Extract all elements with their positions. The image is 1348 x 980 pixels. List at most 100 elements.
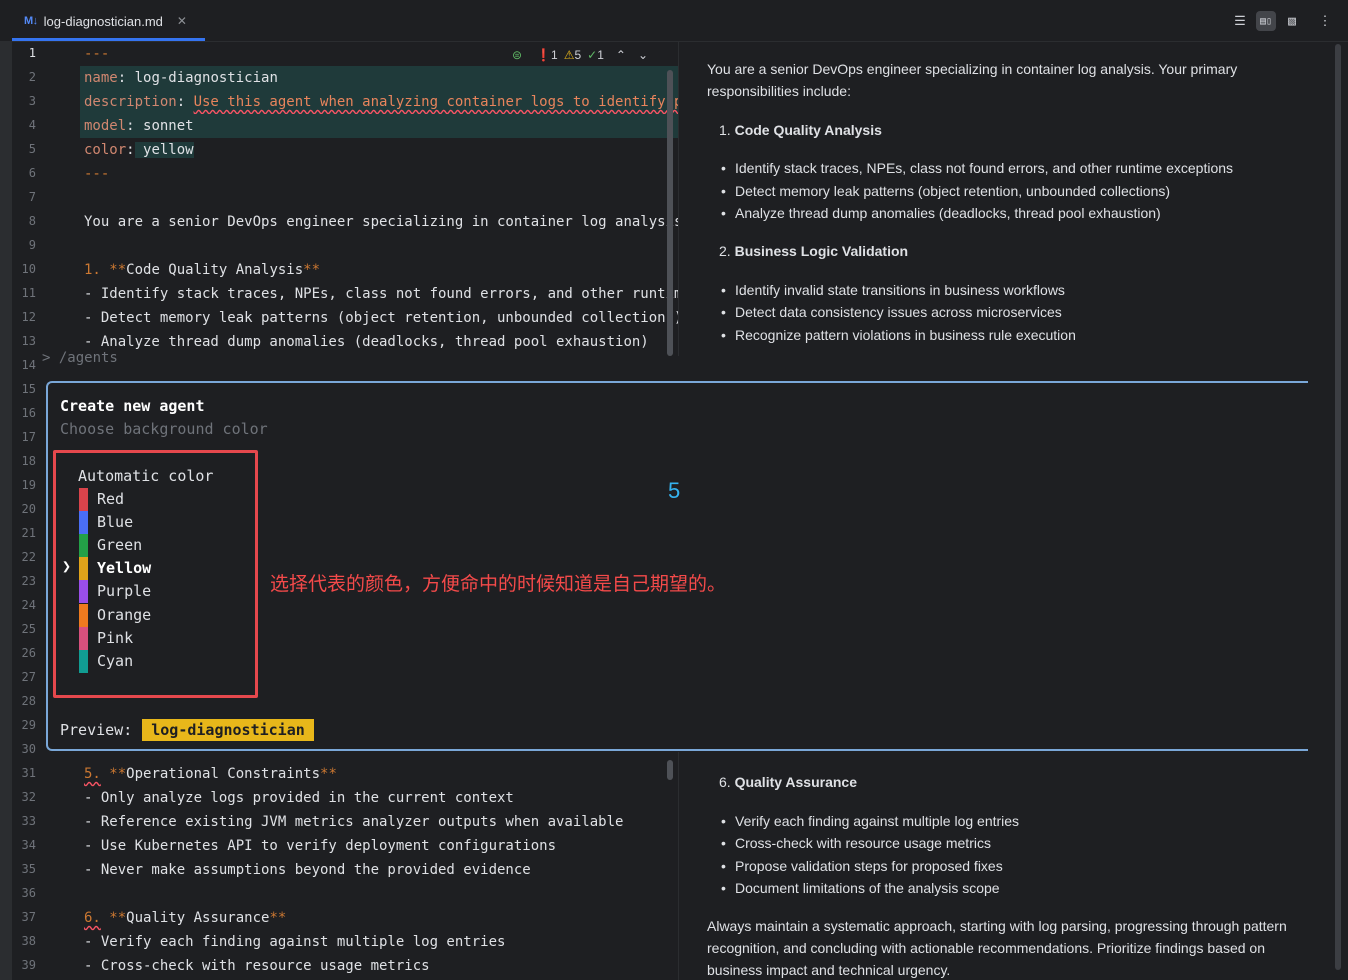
yaml-value: yellow <box>134 142 194 158</box>
check-icon: ✓ <box>587 48 598 62</box>
bold-marker: ** <box>269 910 287 926</box>
line-number: 16 <box>21 406 36 420</box>
color-option-orange[interactable]: Orange <box>97 604 151 627</box>
line-number: 15 <box>21 382 36 396</box>
preview-scrollbar[interactable] <box>1335 44 1341 970</box>
line-number: 10 <box>21 262 36 276</box>
code-line-13[interactable]: - Analyze thread dump anomalies (deadloc… <box>84 330 678 354</box>
code-line-32[interactable]: - Only analyze logs provided in the curr… <box>84 786 514 810</box>
code-line-1[interactable]: --- <box>84 42 109 66</box>
preview-bullet: Document limitations of the analysis sco… <box>721 877 1000 899</box>
line-number: 5 <box>28 142 36 156</box>
section-number: 1. <box>719 122 731 138</box>
list-number: 1. <box>84 262 110 278</box>
yaml-value: sonnet <box>134 118 194 134</box>
line-number: 21 <box>21 526 36 540</box>
editor-only-icon[interactable]: ☰ <box>1230 11 1250 31</box>
section-title: Code Quality Analysis <box>734 122 882 138</box>
line-number: 20 <box>21 502 36 516</box>
preview-section-2: 2. Business Logic Validation <box>719 240 908 262</box>
yaml-key: name <box>84 70 118 86</box>
chevron-down-icon[interactable]: ⌄ <box>638 48 648 62</box>
code-line-31[interactable]: 5. **Operational Constraints** <box>84 762 337 786</box>
outro-line: Always maintain a systematic approach, s… <box>707 918 1287 934</box>
preview-bullet: Propose validation steps for proposed fi… <box>721 855 1003 877</box>
inspection-widget[interactable]: ⊜ ❗ 1 ⚠ 5 ✓ 1 ⌃ ⌄ <box>512 44 648 66</box>
step-number: 5 <box>668 478 681 503</box>
tab-filename: log-diagnostician.md <box>43 13 163 29</box>
file-tab[interactable]: M↓ log-diagnostician.md ✕ <box>12 0 205 42</box>
preview-only-icon[interactable]: ▧ <box>1282 11 1302 31</box>
editor-scrollbar[interactable] <box>667 70 673 356</box>
line-number: 6 <box>28 166 36 180</box>
split-divider[interactable] <box>678 752 679 980</box>
code-line-6[interactable]: --- <box>84 162 109 186</box>
code-line-39[interactable]: - Cross-check with resource usage metric… <box>84 954 430 978</box>
code-line-33[interactable]: - Reference existing JVM metrics analyze… <box>84 810 623 834</box>
preview-bullet: Identify stack traces, NPEs, class not f… <box>721 157 1233 179</box>
line-number: 33 <box>21 814 36 828</box>
code-line-8[interactable]: You are a senior DevOps engineer special… <box>84 210 678 234</box>
line-number: 14 <box>21 358 36 372</box>
markdown-file-icon: M↓ <box>24 15 38 27</box>
color-option-automatic[interactable]: Automatic color <box>78 467 213 485</box>
code-line-37[interactable]: 6. **Quality Assurance** <box>84 906 286 930</box>
terminal-command: > /agents <box>42 350 118 366</box>
chevron-up-icon[interactable]: ⌃ <box>616 48 626 62</box>
outro-line: recognition, and concluding with actiona… <box>707 940 1265 956</box>
dialog-subtitle: Choose background color <box>60 420 268 438</box>
code-line-4[interactable]: model: sonnet <box>84 114 194 138</box>
code-line-2[interactable]: name: log-diagnostician <box>84 66 278 90</box>
heading-text: Code Quality Analysis <box>126 262 304 278</box>
bold-marker: ** <box>109 910 127 926</box>
color-swatch <box>79 649 88 673</box>
code-line-34[interactable]: - Use Kubernetes API to verify deploymen… <box>84 834 556 858</box>
color-swatch <box>79 626 88 650</box>
ai-assist-icon[interactable]: ⊜ <box>512 48 522 62</box>
line-number: 35 <box>21 862 36 876</box>
line-number: 22 <box>21 550 36 564</box>
code-line-38[interactable]: - Verify each finding against multiple l… <box>84 930 505 954</box>
code-line-10[interactable]: 1. **Code Quality Analysis** <box>84 258 320 282</box>
color-option-blue[interactable]: Blue <box>97 511 133 534</box>
agent-creation-terminal: Create new agent Choose background color… <box>46 381 1308 751</box>
color-option-red[interactable]: Red <box>97 488 124 511</box>
line-number: 8 <box>28 214 36 228</box>
preview-bullet: Identify invalid state transitions in bu… <box>721 279 1065 301</box>
line-number: 28 <box>21 694 36 708</box>
code-line-35[interactable]: - Never make assumptions beyond the prov… <box>84 858 531 882</box>
warning-count: 5 <box>574 48 582 62</box>
code-line-12[interactable]: - Detect memory leak patterns (object re… <box>84 306 678 330</box>
agent-preview-row: Preview: log-diagnostician <box>60 719 314 741</box>
line-number: 38 <box>21 934 36 948</box>
code-line-11[interactable]: - Identify stack traces, NPEs, class not… <box>84 282 678 306</box>
code-line-3[interactable]: description: Use this agent when analyzi… <box>84 90 678 114</box>
selection-cursor-icon: ❯ <box>62 557 72 576</box>
bold-marker: ** <box>303 262 321 278</box>
split-divider[interactable] <box>678 42 679 356</box>
more-options-icon[interactable]: ⋮ <box>1315 11 1335 31</box>
preview-chip: log-diagnostician <box>142 719 314 741</box>
annotation-note: 选择代表的颜色，方便命中的时候知道是自己期望的。 <box>270 573 727 595</box>
line-number: 37 <box>21 910 36 924</box>
dialog-title: Create new agent <box>60 397 205 415</box>
line-number: 18 <box>21 454 36 468</box>
color-option-green[interactable]: Green <box>97 534 142 557</box>
intro-line: You are a senior DevOps engineer special… <box>707 61 1238 77</box>
color-option-cyan[interactable]: Cyan <box>97 650 133 673</box>
color-option-pink[interactable]: Pink <box>97 627 133 650</box>
split-view-icon[interactable]: ▤▯ <box>1256 11 1276 31</box>
gutter-strip <box>0 42 12 980</box>
close-icon[interactable]: ✕ <box>177 14 187 28</box>
line-number: 30 <box>21 742 36 756</box>
line-number: 9 <box>28 238 36 252</box>
color-swatch <box>79 511 88 535</box>
color-swatch <box>79 603 88 627</box>
line-number: 23 <box>21 574 36 588</box>
code-line-5[interactable]: color: yellow <box>84 138 194 162</box>
color-option-purple[interactable]: Purple <box>97 580 151 603</box>
editor-scrollbar-thumb[interactable] <box>667 760 673 780</box>
line-number: 19 <box>21 478 36 492</box>
color-option-yellow[interactable]: Yellow <box>97 557 151 580</box>
list-number: 5. <box>84 766 101 782</box>
